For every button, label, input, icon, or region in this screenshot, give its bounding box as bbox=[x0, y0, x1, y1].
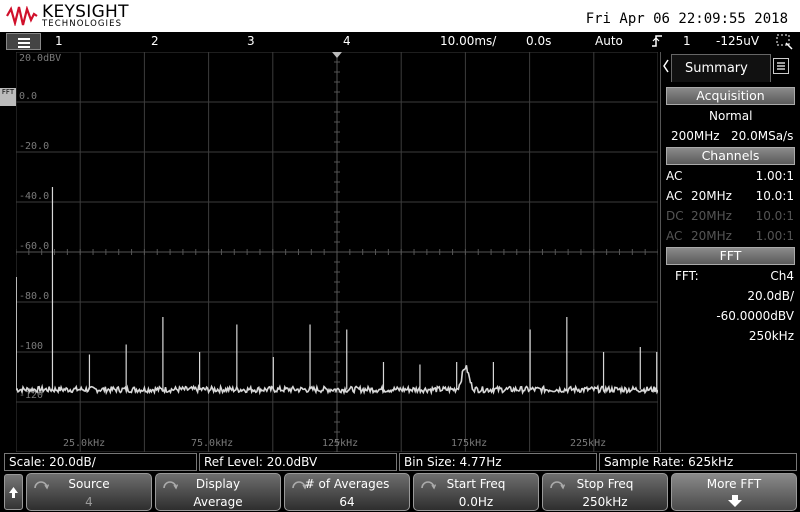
channel-probe-ratio: 1.00:1 bbox=[755, 229, 794, 243]
collapse-arrow-icon[interactable] bbox=[661, 52, 671, 80]
trigger-source[interactable]: 1 bbox=[683, 34, 691, 48]
channel-probe-ratio: 1.00:1 bbox=[755, 169, 794, 183]
fft-reference-marker[interactable]: FFT bbox=[0, 88, 16, 106]
averages-value: 64 bbox=[339, 495, 355, 509]
channel-bandwidth-limit: 20MHz bbox=[691, 209, 732, 223]
y-tick-label: -100 bbox=[19, 341, 44, 352]
keysight-logo: KEYSIGHT TECHNOLOGIES bbox=[6, 2, 131, 30]
channel-probe-ratio: 10.0:1 bbox=[755, 209, 794, 223]
acquisition-header[interactable]: Acquisition bbox=[666, 87, 795, 105]
down-arrow-icon bbox=[728, 495, 742, 507]
trigger-level[interactable]: -125uV bbox=[716, 34, 759, 48]
y-tick-label: -40.0 bbox=[19, 191, 50, 202]
channel-coupling: AC bbox=[666, 169, 683, 183]
channel-3-indicator[interactable]: 3 bbox=[247, 34, 255, 48]
tab-summary[interactable]: Summary bbox=[671, 54, 771, 82]
trigger-position-marker bbox=[332, 52, 342, 58]
stop-freq-value: 250kHz bbox=[582, 495, 628, 509]
y-tick-label: -120 bbox=[19, 390, 44, 401]
summary-panel: Summary Acquisition Normal 200MHz 20.0MS… bbox=[660, 52, 800, 452]
up-arrow-icon bbox=[9, 487, 18, 498]
scale-readout: Scale: 20.0dB/ bbox=[4, 453, 197, 471]
y-tick-label: -60.0 bbox=[19, 241, 50, 252]
graticule bbox=[16, 52, 658, 452]
channel-4-indicator[interactable]: 4 bbox=[343, 34, 351, 48]
x-tick-label: 125kHz bbox=[322, 438, 359, 449]
channels-header[interactable]: Channels bbox=[666, 147, 795, 165]
fft-source: Ch4 bbox=[770, 269, 794, 283]
trigger-mode[interactable]: Auto bbox=[595, 34, 623, 48]
more-fft-label: More FFT bbox=[706, 477, 762, 491]
display-label: Display bbox=[195, 477, 241, 491]
fft-scale: 20.0dB/ bbox=[747, 289, 794, 303]
fft-offset: -60.0000dBV bbox=[716, 309, 794, 323]
y-tick-label: -80.0 bbox=[19, 291, 50, 302]
fft-span: 250kHz bbox=[748, 329, 794, 343]
source-label: Source bbox=[68, 477, 110, 491]
stop-freq-softkey[interactable]: Stop Freq 250kHz bbox=[542, 473, 668, 511]
channel-coupling: AC bbox=[666, 189, 683, 203]
fft-marker-label: FFT bbox=[1, 88, 15, 96]
bandwidth: 200MHz bbox=[671, 129, 720, 143]
channel-probe-ratio: 10.0:1 bbox=[755, 189, 794, 203]
averages-softkey[interactable]: # of Averages 64 bbox=[284, 473, 410, 511]
acquisition-mode: Normal bbox=[709, 109, 753, 123]
fft-label: FFT: bbox=[675, 269, 699, 283]
channel-2-indicator[interactable]: 2 bbox=[151, 34, 159, 48]
y-tick-label: -20.0 bbox=[19, 141, 50, 152]
y-tick-label: 20.0dBV bbox=[19, 53, 62, 64]
brand-subtitle: TECHNOLOGIES bbox=[42, 19, 123, 29]
menu-icon bbox=[18, 38, 30, 40]
timebase[interactable]: 10.00ms/ bbox=[440, 34, 496, 48]
delay[interactable]: 0.0s bbox=[526, 34, 551, 48]
x-tick-label: 25.0kHz bbox=[63, 438, 106, 449]
stop-freq-label: Stop Freq bbox=[576, 477, 634, 491]
list-icon bbox=[777, 62, 785, 70]
start-freq-softkey[interactable]: Start Freq 0.0Hz bbox=[413, 473, 539, 511]
rising-edge-trigger-icon bbox=[652, 35, 662, 47]
display-value: Average bbox=[193, 495, 243, 509]
zoom-box-icon[interactable] bbox=[776, 34, 794, 50]
start-freq-value: 0.0Hz bbox=[458, 495, 494, 509]
y-tick-label: 0.0 bbox=[19, 91, 38, 102]
x-tick-label: 75.0kHz bbox=[191, 438, 234, 449]
panel-menu-icon[interactable] bbox=[773, 58, 789, 74]
summary-tab-label: Summary bbox=[685, 61, 748, 76]
fft-header[interactable]: FFT bbox=[666, 247, 795, 265]
ref-level-readout: Ref Level: 20.0dBV bbox=[199, 453, 397, 471]
fft-info-row: Scale: 20.0dB/ Ref Level: 20.0dBV Bin Si… bbox=[0, 452, 800, 472]
keysight-wave-icon bbox=[6, 6, 38, 26]
display-softkey[interactable]: Display Average bbox=[155, 473, 281, 511]
more-fft-softkey[interactable]: More FFT bbox=[671, 473, 797, 511]
main-menu-button[interactable] bbox=[6, 33, 41, 50]
softkey-bar: Source 4 Display Average # of Averages 6… bbox=[0, 472, 800, 512]
date-time: Fri Apr 06 22:09:55 2018 bbox=[585, 11, 788, 27]
x-tick-label: 175kHz bbox=[451, 438, 488, 449]
channel-bandwidth-limit: 20MHz bbox=[691, 229, 732, 243]
fft-plot-area[interactable]: 20.0dBV 0.0 -20.0 -40.0 -60.0 -80.0 -100… bbox=[16, 52, 658, 452]
averages-label: # of Averages bbox=[304, 477, 390, 491]
sample-rate-readout: Sample Rate: 625kHz bbox=[599, 453, 797, 471]
channel-bandwidth-limit: 20MHz bbox=[691, 189, 732, 203]
channel-1-indicator[interactable]: 1 bbox=[55, 34, 63, 48]
source-softkey[interactable]: Source 4 bbox=[26, 473, 152, 511]
menu-icon-line bbox=[18, 46, 30, 48]
source-value: 4 bbox=[85, 495, 93, 509]
sample-rate: 20.0MSa/s bbox=[731, 129, 794, 143]
bin-size-readout: Bin Size: 4.77Hz bbox=[399, 453, 597, 471]
header-bar: KEYSIGHT TECHNOLOGIES Fri Apr 06 22:09:5… bbox=[0, 0, 800, 32]
channel-coupling: DC bbox=[666, 209, 684, 223]
channel-coupling: AC bbox=[666, 229, 683, 243]
x-tick-label: 225kHz bbox=[570, 438, 607, 449]
menu-icon-line bbox=[18, 42, 30, 44]
start-freq-label: Start Freq bbox=[446, 477, 506, 491]
status-bar: 1 2 3 4 10.00ms/ 0.0s Auto 1 -125uV bbox=[0, 32, 800, 51]
back-up-button[interactable] bbox=[4, 474, 23, 510]
